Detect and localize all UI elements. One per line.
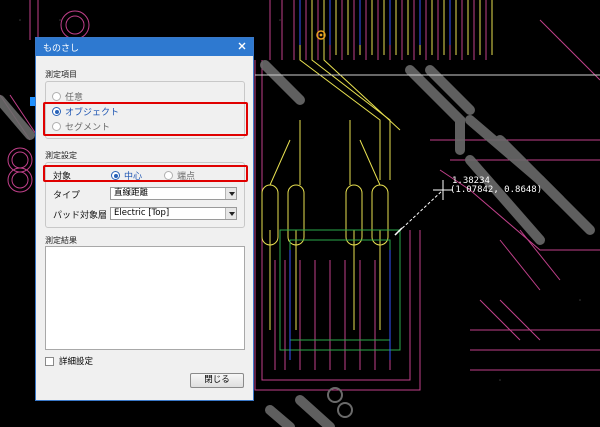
radio-arbitrary[interactable]: 任意 bbox=[52, 90, 83, 103]
ruler-dialog: ものさし 測定項目 任意 オブジェクト セグメント 測定設定 対象 中心 端点 … bbox=[35, 37, 254, 401]
radio-button-selected[interactable] bbox=[111, 171, 120, 180]
radio-segment[interactable]: セグメント bbox=[52, 120, 110, 133]
radio-segment-label: セグメント bbox=[65, 123, 111, 133]
type-select[interactable]: 直線距離 bbox=[110, 187, 237, 200]
chevron-down-icon[interactable] bbox=[225, 208, 236, 219]
radio-button[interactable] bbox=[164, 171, 173, 180]
type-select-value: 直線距離 bbox=[114, 188, 149, 198]
dialog-titlebar[interactable]: ものさし bbox=[36, 38, 253, 56]
checkbox[interactable] bbox=[45, 356, 54, 366]
radio-button-selected[interactable] bbox=[52, 107, 61, 116]
measurement-coordinates: (1.07842, 0.8648) bbox=[450, 185, 543, 195]
radio-button[interactable] bbox=[52, 122, 61, 131]
pad-layer-label: パッド対象層 bbox=[53, 211, 108, 221]
advanced-settings-label: 詳細設定 bbox=[59, 357, 94, 367]
radio-arbitrary-label: 任意 bbox=[65, 93, 84, 103]
pad-layer-select-value: Electric [Top] bbox=[114, 208, 170, 218]
results-textarea[interactable] bbox=[45, 246, 245, 350]
radio-object-label: オブジェクト bbox=[65, 108, 120, 118]
radio-object[interactable]: オブジェクト bbox=[52, 105, 119, 118]
pad-layer-select[interactable]: Electric [Top] bbox=[110, 207, 237, 220]
radio-center-label: 中心 bbox=[124, 172, 143, 182]
close-icon[interactable] bbox=[235, 39, 249, 53]
measure-items-heading: 測定項目 bbox=[45, 70, 77, 79]
advanced-settings-checkbox[interactable]: 詳細設定 bbox=[45, 355, 93, 367]
chevron-down-icon[interactable] bbox=[225, 188, 236, 199]
type-label: タイプ bbox=[53, 191, 81, 201]
target-label: 対象 bbox=[53, 172, 72, 182]
radio-center[interactable]: 中心 bbox=[111, 169, 142, 182]
dialog-title: ものさし bbox=[43, 44, 80, 54]
radio-endpoint-label: 端点 bbox=[177, 172, 196, 182]
radio-endpoint[interactable]: 端点 bbox=[164, 169, 195, 182]
results-heading: 測定結果 bbox=[45, 236, 77, 245]
close-button[interactable]: 閉じる bbox=[190, 373, 244, 388]
measure-settings-heading: 測定設定 bbox=[45, 151, 77, 160]
radio-button[interactable] bbox=[52, 92, 61, 101]
